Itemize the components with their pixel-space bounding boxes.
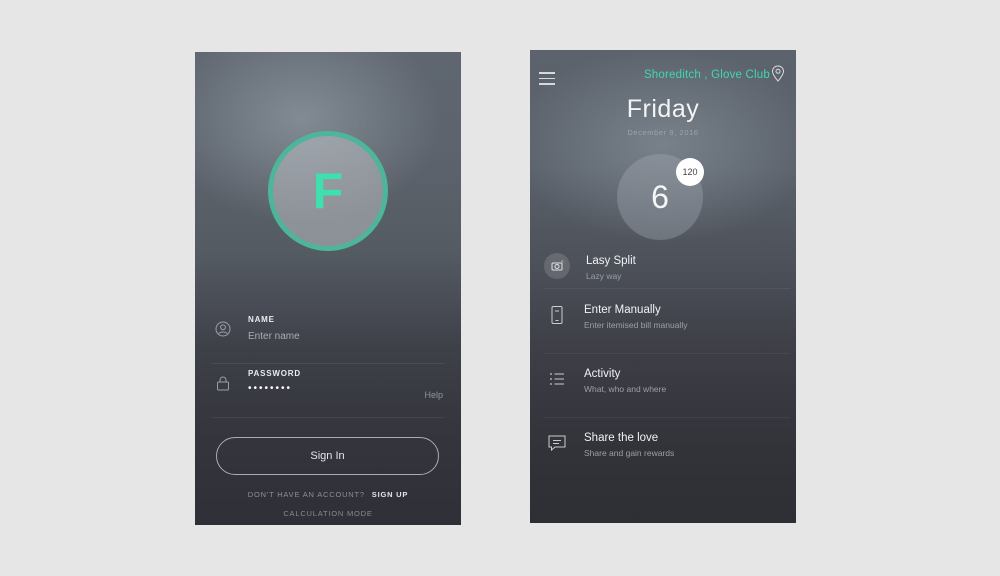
menu-item-title: Activity	[584, 368, 621, 380]
menu-item-title: Share the love	[584, 432, 659, 444]
chat-icon	[548, 435, 566, 452]
location-pin-icon[interactable]	[771, 65, 785, 82]
list-icon	[550, 373, 564, 385]
avatar-letter: F	[312, 163, 344, 219]
menu-item-subtitle: Share and gain rewards	[584, 448, 675, 458]
no-account-text: DON'T HAVE AN ACCOUNT?	[247, 490, 365, 499]
lock-icon	[217, 376, 229, 391]
password-label: PASSWORD	[248, 369, 301, 378]
sign-up-link[interactable]: SIGN UP	[372, 490, 408, 499]
name-input[interactable]: Enter name	[248, 331, 300, 342]
name-field[interactable]: NAME Enter name	[211, 309, 445, 364]
menu-item-title: Enter Manually	[584, 304, 661, 316]
name-label: NAME	[248, 315, 275, 324]
home-screen: Shoreditch , Glove Club Friday December …	[530, 50, 796, 523]
menu-item-enter-manually[interactable]: Enter Manually Enter itemised bill manua…	[544, 289, 790, 354]
camera-icon	[544, 253, 570, 279]
login-screen: F NAME Enter name PASSWORD •••••••• Help…	[195, 52, 461, 525]
password-input[interactable]: ••••••••	[248, 383, 292, 394]
location-label[interactable]: Shoreditch , Glove Club	[644, 69, 770, 81]
avatar: F	[268, 131, 388, 251]
count-badge: 120	[676, 158, 704, 186]
phone-icon	[551, 306, 563, 324]
date-label: December 9, 2016	[627, 128, 699, 137]
signup-prompt: DON'T HAVE AN ACCOUNT? SIGN UP	[195, 490, 461, 499]
user-icon	[215, 321, 231, 337]
menu-item-share-the-love[interactable]: Share the love Share and gain rewards	[544, 417, 790, 481]
menu-item-activity[interactable]: Activity What, who and where	[544, 353, 790, 418]
hamburger-menu-icon[interactable]	[539, 72, 555, 86]
sign-in-button[interactable]: Sign In	[216, 437, 439, 475]
menu-item-subtitle: Enter itemised bill manually	[584, 320, 688, 330]
menu-item-subtitle: Lazy way	[586, 271, 622, 281]
day-title: Friday	[626, 95, 700, 123]
password-field[interactable]: PASSWORD •••••••• Help	[211, 363, 445, 418]
menu-item-title: Lasy Split	[586, 255, 636, 267]
menu-item-subtitle: What, who and where	[584, 384, 667, 394]
help-link[interactable]: Help	[424, 390, 443, 400]
menu-item-lasy-split[interactable]: Lasy Split Lazy way	[544, 246, 790, 289]
calculation-mode-link[interactable]: CALCULATION MODE	[195, 509, 461, 518]
